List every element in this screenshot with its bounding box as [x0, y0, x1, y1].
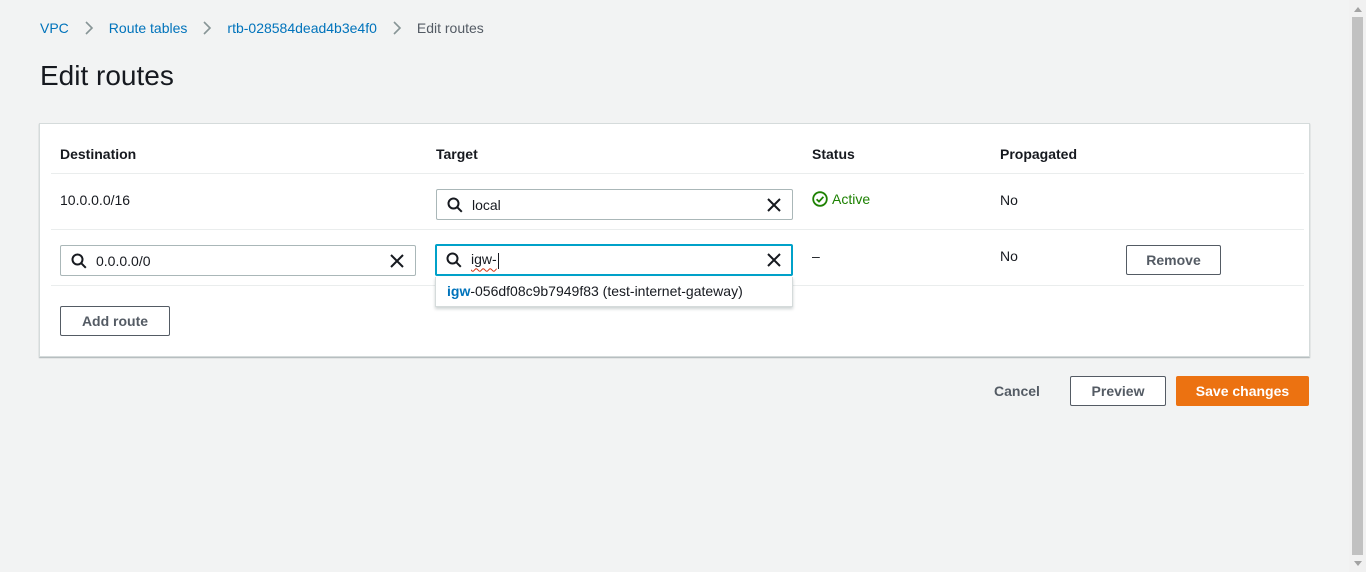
- close-icon[interactable]: [389, 253, 405, 269]
- row-2-propagated: No: [1000, 248, 1018, 264]
- chevron-right-icon: [196, 19, 218, 37]
- scroll-up-arrow-icon[interactable]: [1349, 0, 1366, 17]
- header-propagated: Propagated: [1000, 146, 1078, 162]
- text-caret: [497, 252, 499, 269]
- save-changes-button[interactable]: Save changes: [1176, 376, 1309, 406]
- scroll-down-arrow-icon[interactable]: [1349, 555, 1366, 572]
- row-2-destination-value: 0.0.0.0/0: [96, 252, 151, 269]
- row-2-target-value: igw-: [471, 251, 499, 269]
- row-1-propagated: No: [1000, 192, 1018, 208]
- breadcrumb-current: Edit routes: [416, 20, 484, 36]
- row-1-status: Active: [812, 191, 870, 207]
- chevron-right-icon: [386, 19, 408, 37]
- row-1-target-value: local: [472, 196, 501, 213]
- row-2-target-input[interactable]: igw-: [435, 244, 793, 276]
- dropdown-option-igw[interactable]: igw-056df08c9b7949f83 (test-internet-gat…: [447, 283, 743, 299]
- breadcrumb: VPC Route tables rtb-028584dead4b3e4f0 E…: [40, 19, 484, 37]
- row-1-target-input[interactable]: local: [436, 189, 793, 220]
- search-icon: [71, 253, 87, 269]
- routes-table-panel: Destination Target Status Propagated 10.…: [39, 123, 1310, 357]
- row-2-status: –: [812, 248, 820, 264]
- breadcrumb-vpc[interactable]: VPC: [40, 20, 69, 36]
- search-icon: [446, 252, 462, 268]
- scrollbar-thumb[interactable]: [1352, 17, 1363, 555]
- search-icon: [447, 197, 463, 213]
- row-1-status-label: Active: [832, 191, 871, 207]
- chevron-right-icon: [78, 19, 100, 37]
- close-icon[interactable]: [766, 197, 782, 213]
- header-destination: Destination: [60, 146, 137, 162]
- row-2-target-typed: igw-: [471, 251, 497, 268]
- cancel-button[interactable]: Cancel: [983, 376, 1051, 406]
- check-circle-icon: [812, 191, 828, 207]
- header-target: Target: [436, 146, 478, 162]
- add-route-button[interactable]: Add route: [60, 306, 170, 336]
- row-divider: [51, 229, 1304, 230]
- page-title: Edit routes: [40, 60, 174, 91]
- row-1-destination: 10.0.0.0/16: [60, 192, 131, 208]
- preview-button[interactable]: Preview: [1070, 376, 1166, 406]
- target-suggestions-dropdown: igw-056df08c9b7949f83 (test-internet-gat…: [435, 277, 793, 307]
- option-match-text: igw: [447, 283, 471, 299]
- option-rest-text: -056df08c9b7949f83 (test-internet-gatewa…: [470, 283, 743, 299]
- breadcrumb-route-table-id[interactable]: rtb-028584dead4b3e4f0: [227, 20, 376, 36]
- remove-route-button[interactable]: Remove: [1126, 245, 1221, 275]
- page-scrollbar[interactable]: [1349, 0, 1366, 572]
- close-icon[interactable]: [766, 252, 782, 268]
- row-2-destination-input[interactable]: 0.0.0.0/0: [60, 245, 416, 276]
- row-divider: [51, 173, 1304, 174]
- breadcrumb-route-tables[interactable]: Route tables: [109, 20, 188, 36]
- header-status: Status: [812, 146, 855, 162]
